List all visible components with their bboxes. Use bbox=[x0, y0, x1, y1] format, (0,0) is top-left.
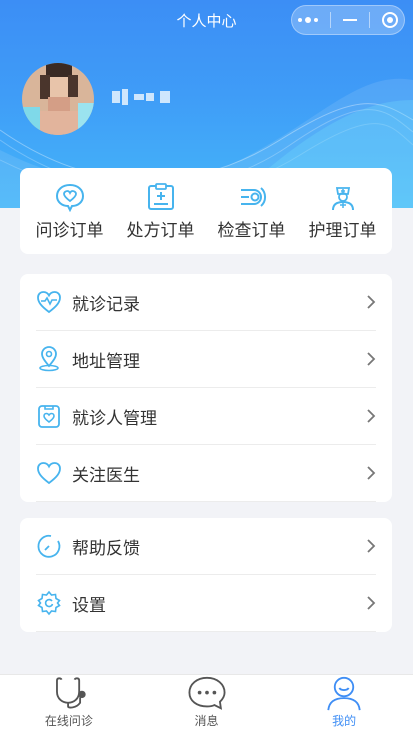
chevron-right-icon bbox=[367, 352, 376, 366]
menu-visit-records[interactable]: 就诊记录 bbox=[36, 274, 376, 331]
scan-icon bbox=[240, 186, 266, 207]
location-icon bbox=[39, 346, 59, 372]
mini-program-capsule bbox=[291, 5, 405, 35]
user-icon bbox=[327, 676, 361, 711]
close-icon[interactable] bbox=[382, 12, 398, 28]
menu-address-management[interactable]: 地址管理 bbox=[36, 331, 376, 388]
menu-patient-management[interactable]: 就诊人管理 bbox=[36, 388, 376, 445]
chevron-right-icon bbox=[367, 409, 376, 423]
examination-orders[interactable]: 检查订单 bbox=[208, 182, 296, 241]
heart-chat-icon bbox=[55, 183, 84, 212]
order-shortcuts: 问诊订单 处方订单 检查订单 护理订单 bbox=[20, 168, 392, 254]
consultation-orders[interactable]: 问诊订单 bbox=[26, 182, 114, 241]
avatar[interactable] bbox=[22, 63, 94, 135]
username-masked bbox=[112, 87, 176, 107]
stethoscope-icon bbox=[55, 677, 86, 709]
page-title: 个人中心 bbox=[176, 11, 237, 30]
heartbeat-icon bbox=[37, 291, 61, 314]
patient-icon bbox=[38, 405, 60, 428]
menu-followed-doctors[interactable]: 关注医生 bbox=[36, 445, 376, 502]
capsule-divider bbox=[369, 12, 370, 28]
help-icon bbox=[37, 534, 61, 558]
prescription-orders[interactable]: 处方订单 bbox=[117, 182, 205, 241]
settings-icon bbox=[37, 590, 61, 616]
chevron-right-icon bbox=[367, 596, 376, 610]
nursing-orders[interactable]: 护理订单 bbox=[299, 182, 387, 241]
prescription-icon bbox=[147, 182, 174, 210]
chevron-right-icon bbox=[367, 466, 376, 480]
heart-icon bbox=[37, 462, 61, 485]
tab-online-consultation[interactable]: 在线问诊 bbox=[0, 675, 138, 731]
minimize-icon[interactable] bbox=[343, 19, 357, 21]
menu-group-medical: 就诊记录 地址管理 就诊人管理 关注医生 bbox=[20, 274, 392, 502]
bottom-tab-bar: 在线问诊 消息 我的 bbox=[0, 674, 413, 731]
tab-messages[interactable]: 消息 bbox=[138, 675, 276, 731]
capsule-divider bbox=[330, 12, 331, 28]
chevron-right-icon bbox=[367, 295, 376, 309]
menu-group-other: 帮助反馈 设置 bbox=[20, 518, 392, 632]
menu-help-feedback[interactable]: 帮助反馈 bbox=[36, 518, 376, 575]
more-icon[interactable] bbox=[298, 17, 318, 23]
chevron-right-icon bbox=[367, 539, 376, 553]
menu-settings[interactable]: 设置 bbox=[36, 575, 376, 632]
message-icon bbox=[187, 676, 226, 710]
tab-mine[interactable]: 我的 bbox=[275, 675, 413, 731]
nurse-icon bbox=[331, 186, 354, 210]
